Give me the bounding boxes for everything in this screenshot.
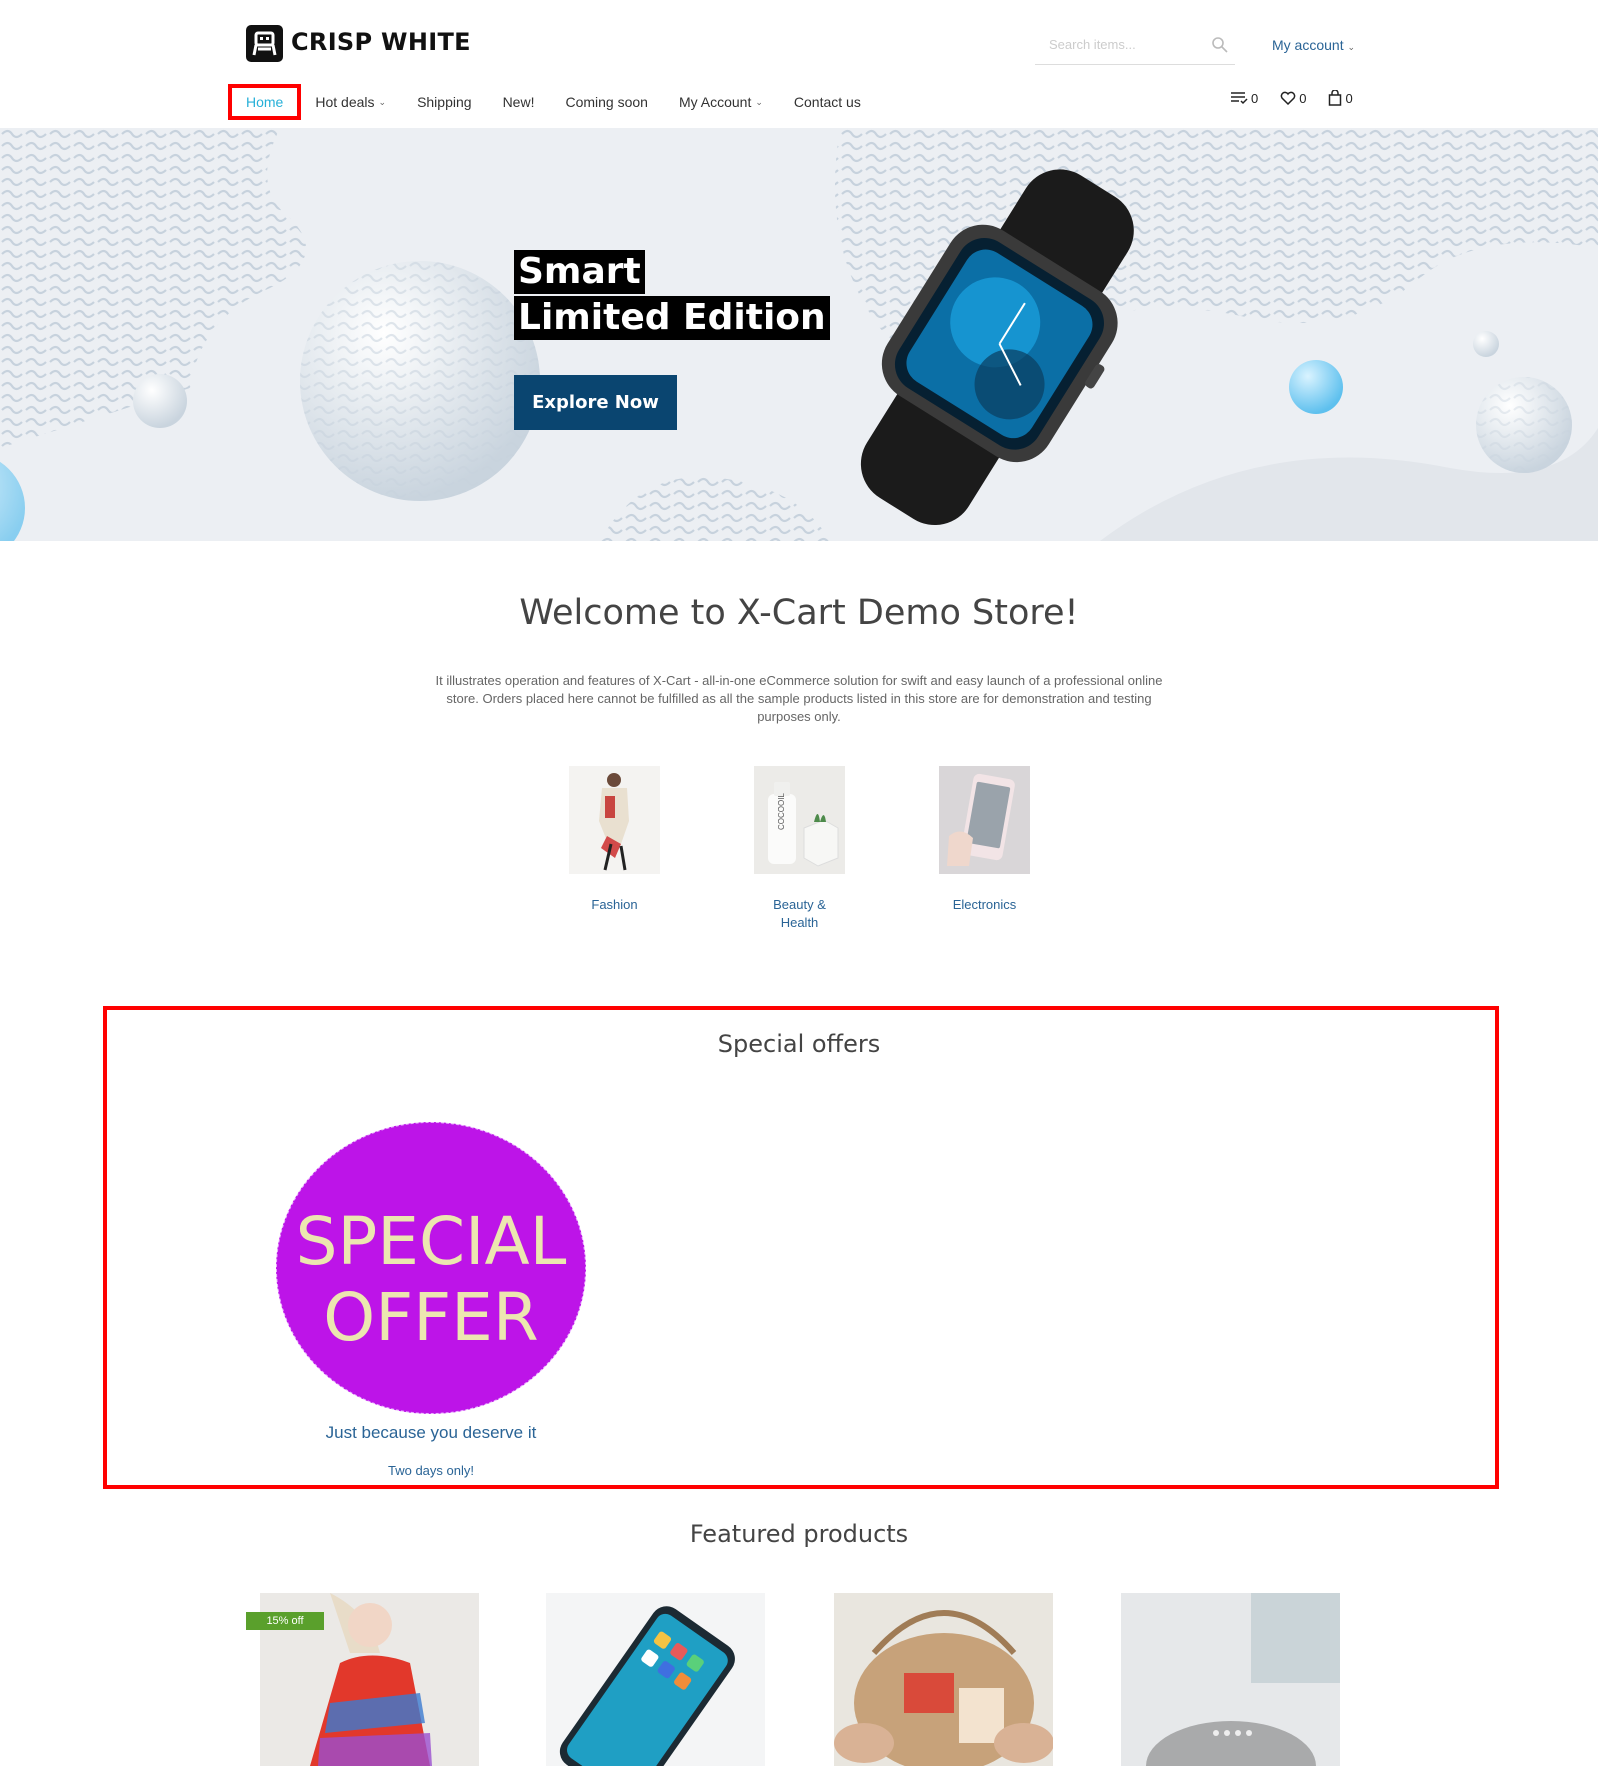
compare-button[interactable]: 0 [1230,91,1258,106]
shopping-bag-icon [1329,90,1342,106]
category-image[interactable] [569,766,660,874]
main-nav: Home Hot deals ⌄ Shipping New! Coming soo… [228,82,892,122]
category-list: Fashion COCOOIL Beauty & Health Electron… [569,766,1030,932]
hero-banner[interactable]: Smart Limited Edition Explore Now [0,128,1598,541]
nav-new-label: New! [502,94,535,110]
category-beauty-health[interactable]: COCOOIL Beauty & Health [754,766,845,932]
nav-shipping-label: Shipping [417,94,472,110]
cart-logo-icon [252,31,277,56]
heart-icon [1280,91,1296,105]
search-icon[interactable] [1211,36,1229,54]
product-card-image[interactable] [834,1593,1053,1766]
search-box [1035,30,1235,65]
my-account-label: My account [1272,37,1344,53]
cart-count: 0 [1345,90,1353,106]
nav-hot-deals[interactable]: Hot deals ⌄ [315,94,386,110]
hero-headline: Smart Limited Edition [514,250,830,342]
nav-home[interactable]: Home [228,84,302,120]
hero-line-2: Limited Edition [514,296,830,340]
wishlist-button[interactable]: 0 [1280,91,1306,106]
brand-name[interactable]: CRISP WHITE [291,28,471,56]
product-card-image[interactable] [1121,1593,1340,1766]
special-offer-caption[interactable]: Just because you deserve it [276,1423,586,1443]
special-offers-title: Special offers [717,1030,881,1058]
welcome-title: Welcome to X-Cart Demo Store! [519,593,1079,633]
nav-shipping[interactable]: Shipping [417,94,472,110]
nav-coming-soon-label: Coming soon [565,94,648,110]
special-offer-image[interactable]: SPECIAL OFFER [276,1122,586,1414]
chevron-down-icon: ⌄ [1347,42,1356,52]
compare-count: 0 [1251,90,1259,106]
nav-contact-label: Contact us [793,94,861,110]
featured-products-title: Featured products [689,1520,909,1548]
header-icons: 0 0 0 [1230,90,1353,106]
discount-badge: 15% off [246,1612,324,1630]
nav-my-account[interactable]: My Account ⌄ [679,94,763,110]
category-label[interactable]: Beauty & Health [754,896,845,932]
store-logo[interactable] [246,25,283,62]
product-card-image[interactable] [546,1593,765,1766]
search-input[interactable] [1047,36,1201,53]
category-fashion[interactable]: Fashion [569,766,660,932]
svg-text:COCOOIL: COCOOIL [777,793,786,830]
special-offer-line-1: SPECIAL [295,1203,567,1280]
chevron-down-icon: ⌄ [378,96,387,107]
my-account-link[interactable]: My account ⌄ [1272,37,1355,53]
category-image[interactable] [939,766,1030,874]
compare-list-icon [1231,92,1248,105]
chevron-down-icon: ⌄ [755,96,763,107]
nav-coming-soon[interactable]: Coming soon [565,94,648,110]
special-offer-subtitle: Two days only! [388,1463,474,1478]
welcome-text: It illustrates operation and features of… [435,673,1163,724]
cart-button[interactable]: 0 [1328,90,1353,106]
nav-home-label: Home [246,94,284,110]
category-label[interactable]: Electronics [939,896,1030,914]
category-label[interactable]: Fashion [569,896,660,914]
nav-my-account-label: My Account [678,94,752,110]
category-electronics[interactable]: Electronics [939,766,1030,932]
explore-now-button[interactable]: Explore Now [514,375,677,430]
nav-new[interactable]: New! [503,94,535,110]
hero-line-1: Smart [514,250,645,294]
nav-hot-deals-label: Hot deals [315,94,375,110]
wishlist-count: 0 [1299,90,1307,106]
category-image[interactable]: COCOOIL [754,766,845,874]
nav-contact[interactable]: Contact us [794,94,861,110]
special-offer-line-2: OFFER [323,1279,539,1356]
